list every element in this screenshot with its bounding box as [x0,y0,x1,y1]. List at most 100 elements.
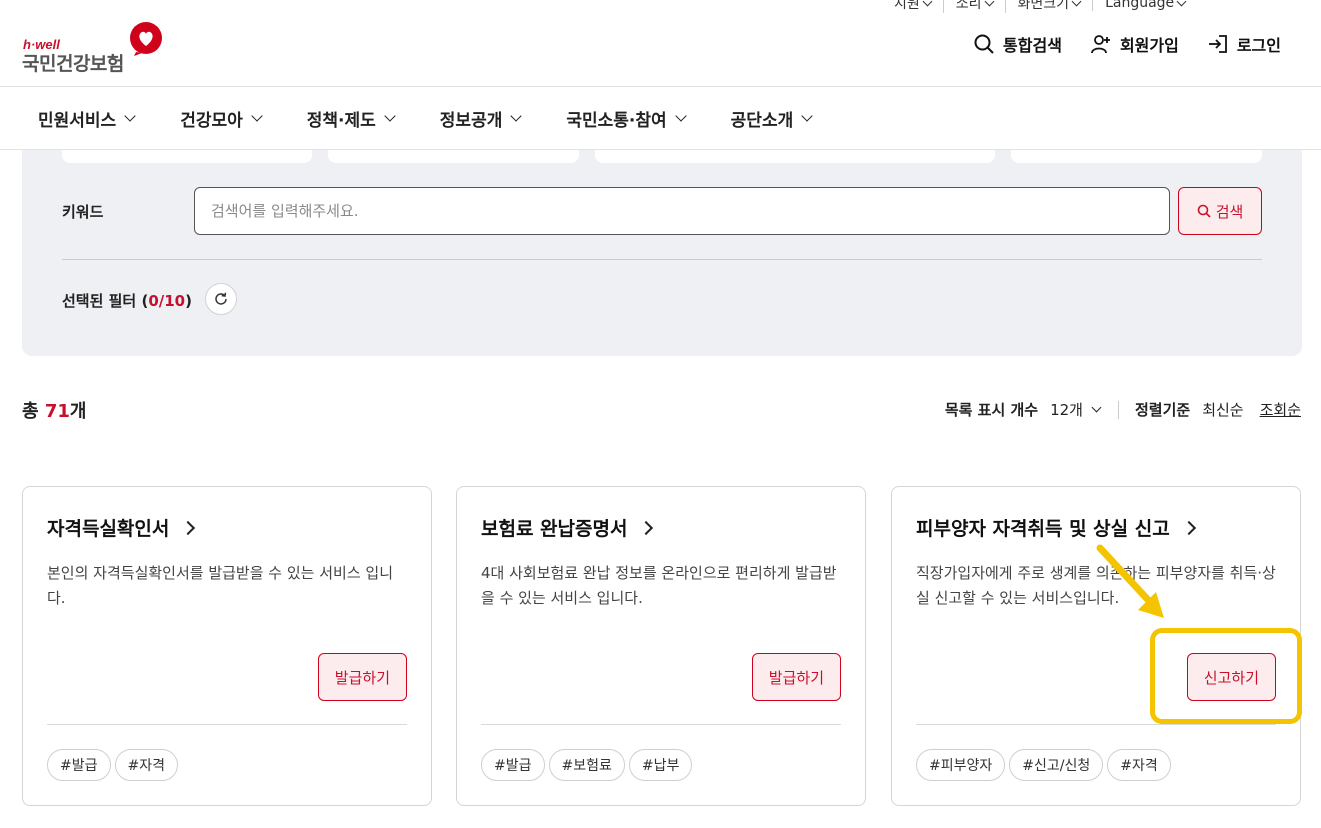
filter-select[interactable] [328,150,579,163]
divider [481,724,841,725]
tag[interactable]: #피부양자 [916,749,1006,781]
issue-button[interactable]: 발급하기 [317,653,407,701]
highlight-box [1150,628,1302,724]
main-nav: 민원서비스 건강모아 정책·제도 정보공개 국민소통·참여 공단소개 [0,86,1321,150]
tag[interactable]: #자격 [1107,749,1171,781]
signup-link[interactable]: 회원가입 [1090,32,1179,56]
card-title-link[interactable]: 보험료 완납증명서 [481,514,654,541]
tag[interactable]: #발급 [47,749,111,781]
divider [47,724,407,725]
site-logo[interactable]: h·well 국민건강보험 [22,22,172,75]
tag[interactable]: #보험료 [548,749,625,781]
card-title-link[interactable]: 자격득실확인서 [47,514,196,541]
card-title-link[interactable]: 피부양자 자격취득 및 상실 신고 [916,514,1196,541]
selected-filter-label: 선택된 필터 (0/10) [62,290,192,311]
card-description: 본인의 자격득실확인서를 발급받을 수 있는 서비스 입니다. [47,564,394,607]
sort-views[interactable]: 조회순 [1260,399,1301,420]
issue-button[interactable]: 발급하기 [751,653,841,701]
filter-label-suffix: ) [185,292,192,310]
search-button-label: 검색 [1215,202,1244,221]
tag-list: #발급 #보험료 #납부 [481,749,693,781]
keyword-label: 키워드 [62,203,104,221]
login-label: 로그인 [1236,36,1281,55]
utility-bar: 지원 소리 화면크기 Language [894,0,1197,13]
tag-list: #발급 #자격 [47,749,178,781]
chevron-down-icon [922,0,933,6]
utility-language-label: Language [1105,0,1175,11]
nav-item-health[interactable]: 건강모아 [180,106,263,131]
nav-label: 국민소통·참여 [566,110,667,131]
tag[interactable]: #납부 [628,749,693,781]
service-card: 자격득실확인서 본인의 자격득실확인서를 발급받을 수 있는 서비스 입니다. … [22,486,432,806]
card-description: 4대 사회보험료 완납 정보를 온라인으로 편리하게 발급받을 수 있는 서비스… [481,564,837,607]
chevron-right-icon [1181,520,1196,535]
nav-item-policy[interactable]: 정책·제도 [306,106,396,131]
tag-list: #피부양자 #신고/신청 #자격 [916,749,1171,781]
tag[interactable]: #자격 [114,749,178,781]
search-icon [974,34,994,54]
chevron-down-icon [510,110,523,122]
tag[interactable]: #신고/신청 [1009,749,1104,781]
add-user-icon [1091,35,1110,54]
chevron-down-icon [1071,0,1082,6]
utility-language[interactable]: Language [1092,0,1197,11]
chevron-down-icon [801,110,813,122]
utility-sound-label: 소리 [955,0,982,12]
search-icon [1197,204,1211,218]
nav-label: 건강모아 [180,110,243,131]
list-options: 목록 표시 개수 12개 정렬기준 최신순 조회순 [945,399,1301,420]
nav-item-disclosure[interactable]: 정보공개 [439,106,523,131]
search-button[interactable]: 검색 [1178,187,1262,235]
chevron-down-icon [251,110,263,122]
chevron-down-icon [675,110,687,122]
chevron-down-icon [124,110,136,122]
filter-reset-button[interactable] [205,283,237,315]
login-icon [1208,35,1227,53]
nav-label: 공단소개 [730,110,794,131]
per-page-value: 12개 [1050,401,1083,419]
sort-latest[interactable]: 최신순 [1202,399,1243,420]
nav-item-participation[interactable]: 국민소통·참여 [566,106,687,131]
logo-name: 국민건강보험 [22,53,124,75]
heart-logo-icon [130,22,162,56]
chevron-right-icon [181,520,196,535]
chevron-down-icon [984,0,994,6]
filter-select[interactable] [595,150,995,163]
nav-item-about[interactable]: 공단소개 [730,106,813,131]
tag[interactable]: #발급 [481,749,545,781]
per-page-label: 목록 표시 개수 [944,401,1039,419]
divider [916,724,1276,725]
total-prefix: 총 [22,401,45,422]
per-page-select[interactable]: 12개 [1050,399,1102,420]
divider [62,259,1262,260]
chevron-right-icon [639,520,654,535]
card-title: 보험료 완납증명서 [481,518,628,540]
login-link[interactable]: 로그인 [1207,32,1281,56]
integrated-search-link[interactable]: 통합검색 [973,32,1062,56]
utility-font-size-label: 화면크기 [1017,0,1070,12]
utility-support[interactable]: 지원 [894,0,943,13]
filter-count: 0/10 [148,292,186,310]
chevron-down-icon [1176,0,1187,6]
utility-sound[interactable]: 소리 [942,0,1005,13]
utility-font-size[interactable]: 화면크기 [1004,0,1093,13]
pointer-arrow-icon [1096,544,1164,618]
header-actions: 통합검색 회원가입 로그인 [973,32,1281,56]
nav-label: 정보공개 [439,110,503,131]
chevron-down-icon [1091,402,1102,413]
refresh-icon [215,292,227,305]
result-total: 총 71개 [22,397,86,423]
keyword-search-input[interactable] [194,187,1170,235]
filter-label-text: 선택된 필터 ( [62,292,149,310]
card-title: 자격득실확인서 [47,518,170,540]
card-title: 피부양자 자격취득 및 상실 신고 [916,518,1170,540]
nav-label: 민원서비스 [38,110,117,131]
sort-label: 정렬기준 [1134,401,1191,419]
filter-select[interactable] [62,150,312,163]
nav-item-civil-service[interactable]: 민원서비스 [38,106,136,131]
chevron-down-icon [384,110,396,122]
nav-label: 정책·제도 [306,110,376,131]
filter-select[interactable] [1011,150,1262,163]
integrated-search-label: 통합검색 [1003,36,1062,55]
divider [1117,400,1119,419]
